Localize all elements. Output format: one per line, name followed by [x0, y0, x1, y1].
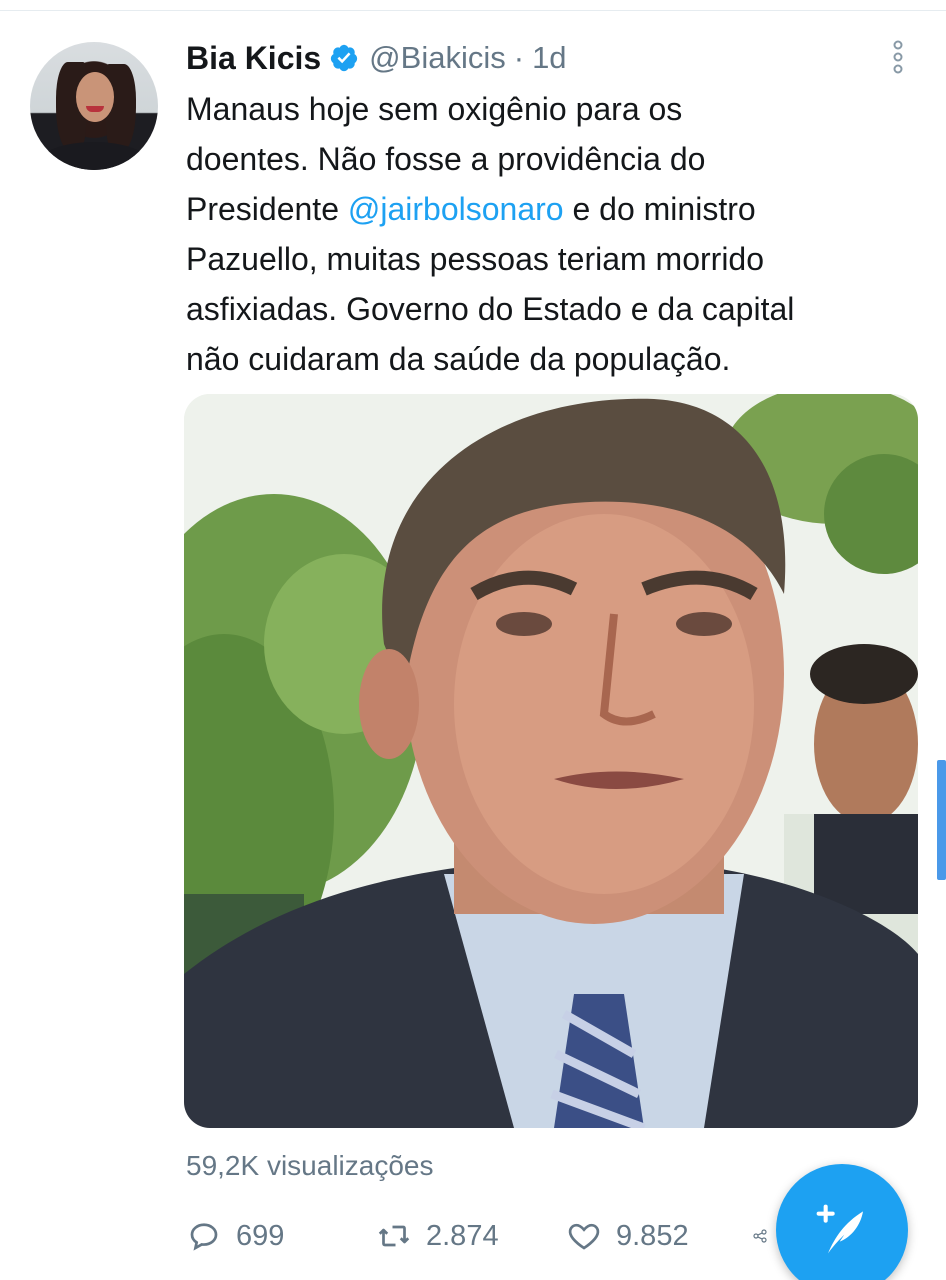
tweet-text-line: Manaus hoje sem oxigênio para os: [186, 91, 683, 127]
tweet-text-line: não cuidaram da saúde da população.: [186, 341, 731, 377]
avatar-body: [40, 142, 148, 170]
header-separator: ·: [513, 40, 525, 75]
tweet-text-line: doentes. Não fosse a providência do: [186, 141, 706, 177]
author-handle[interactable]: @Biakicis: [369, 40, 506, 76]
reply-count: 699: [236, 1219, 285, 1252]
reply-icon: [190, 1223, 218, 1251]
view-count: 59,2K visualizações: [186, 1150, 434, 1181]
author-name[interactable]: Bia Kicis: [186, 40, 321, 77]
retweet-button[interactable]: 2.874: [376, 1218, 566, 1254]
compose-tweet-button[interactable]: [776, 1164, 908, 1280]
top-divider: [0, 10, 946, 11]
tweet-actions: 699 2.874 9.852: [186, 1216, 782, 1256]
avatar-face: [76, 72, 114, 122]
compose-tweet-icon: [816, 1204, 863, 1254]
verified-badge-icon: [331, 44, 358, 72]
retweet-icon: [378, 1225, 410, 1247]
tweet-header: Bia Kicis @Biakicis · 1d: [186, 38, 567, 78]
tweet-text-line: Presidente @jairbolsonaro e do ministro: [186, 191, 756, 227]
tweet-video[interactable]: [184, 394, 918, 1128]
like-button[interactable]: 9.852: [566, 1218, 752, 1254]
reply-button[interactable]: 699: [186, 1218, 376, 1254]
heart-icon: [568, 1223, 600, 1250]
share-icon: [753, 1229, 767, 1243]
more-vertical-icon[interactable]: [888, 40, 908, 74]
video-frame: [184, 394, 918, 1128]
tweet-text-line: asfixiadas. Governo do Estado e da capit…: [186, 291, 795, 327]
tweet-text-line: Pazuello, muitas pessoas teriam morrido: [186, 241, 765, 277]
like-count: 9.852: [616, 1219, 689, 1252]
scrollbar-thumb[interactable]: [937, 760, 946, 880]
tweet-timestamp[interactable]: 1d: [532, 40, 566, 76]
tweet-text: Manaus hoje sem oxigênio para os doentes…: [186, 84, 926, 384]
retweet-count: 2.874: [426, 1219, 499, 1252]
mention-link[interactable]: @jairbolsonaro: [348, 191, 564, 227]
author-avatar[interactable]: [30, 42, 158, 170]
